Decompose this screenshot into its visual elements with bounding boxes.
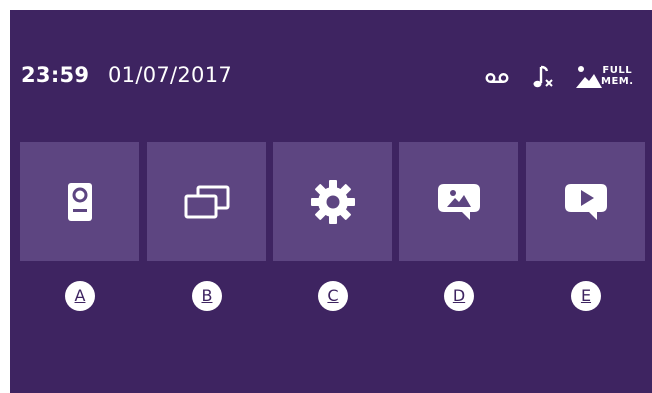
tile-label-e[interactable]: E [571, 281, 601, 311]
tile-label-b[interactable]: B [192, 281, 222, 311]
photo-message-icon [437, 183, 480, 220]
tile-label-d[interactable]: D [444, 281, 474, 311]
tile-video-messages[interactable] [526, 142, 645, 261]
intercom-home-screen: 23:59 01/07/2017 FULL MEM. A B C D E [10, 10, 652, 393]
memory-full-line1: FULL [602, 65, 633, 76]
clock-time: 23:59 [21, 63, 90, 87]
memory-full-label: FULL MEM. [601, 65, 634, 87]
video-message-icon [564, 183, 607, 220]
memory-full-line2: MEM. [601, 76, 634, 87]
intercom-icon [67, 182, 92, 221]
memory-full-indicator: FULL MEM. [576, 65, 648, 89]
tile-label-a[interactable]: A [65, 281, 95, 311]
tile-intercom[interactable] [20, 142, 139, 261]
voicemail-icon [485, 73, 509, 83]
tile-photo-messages[interactable] [399, 142, 518, 261]
status-bar: 23:59 01/07/2017 FULL MEM. [10, 10, 652, 140]
clock-date: 01/07/2017 [108, 63, 233, 87]
gear-icon [310, 179, 355, 224]
tile-label-c[interactable]: C [318, 281, 348, 311]
tile-monitors[interactable] [147, 142, 266, 261]
monitors-icon [184, 185, 229, 218]
tile-settings[interactable] [273, 142, 392, 261]
memory-full-icon [576, 66, 602, 88]
ringtone-muted-icon [533, 65, 553, 88]
